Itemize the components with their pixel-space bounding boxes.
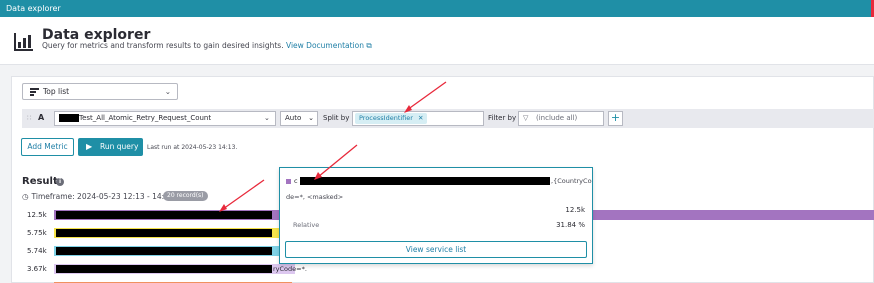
chevron-down-icon: ⌄ — [164, 87, 171, 96]
last-run-text: Last run at 2024-05-23 14:13. — [147, 144, 238, 151]
filter-placeholder: (include all) — [536, 114, 578, 122]
redaction-block — [56, 247, 272, 255]
series-detail: de=*, <masked> — [286, 193, 344, 201]
series-prefix: c — [294, 177, 298, 185]
row-value: 5.74k — [27, 247, 47, 255]
split-by-field[interactable]: ProcessIdentifier ✕ — [352, 111, 484, 126]
subtitle-text: Query for metrics and transform results … — [42, 41, 284, 50]
split-by-label: Split by — [323, 114, 350, 122]
aggregation-select[interactable]: Auto ⌄ — [280, 111, 318, 126]
window-title-bar: Data explorer — [0, 0, 874, 17]
row-value: 5.75k — [27, 229, 47, 237]
window-title: Data explorer — [6, 4, 61, 13]
series-swatch — [286, 179, 291, 184]
redaction-block — [56, 229, 272, 237]
drag-handle-icon[interactable]: ∷ — [27, 114, 31, 122]
result-heading: Result — [22, 176, 58, 187]
clock-icon: ◷ — [22, 192, 29, 201]
row-value: 12.5k — [27, 211, 47, 219]
view-service-list-button[interactable]: View service list — [285, 241, 587, 258]
metric-name: Test_All_Atomic_Retry_Request_Count — [79, 114, 212, 122]
view-documentation-link[interactable]: View Documentation ⧉ — [286, 41, 372, 50]
close-icon[interactable]: ✕ — [418, 114, 423, 122]
records-badge: 20 record(s) — [163, 191, 208, 201]
aggregation-value: Auto — [285, 114, 302, 122]
chevron-down-icon: ⌄ — [308, 114, 314, 122]
redaction-block — [300, 177, 550, 185]
metric-dropdown-button[interactable]: ⌄ — [262, 111, 276, 126]
relative-label: Relative — [293, 221, 320, 229]
row-label-tail: ryCode=*. — [273, 265, 307, 273]
doc-link-label: View Documentation — [285, 41, 364, 50]
add-filter-button[interactable]: + — [608, 111, 623, 126]
result-row[interactable]: 3.67k ryCode=*. — [0, 264, 874, 274]
metric-selector[interactable]: Test_All_Atomic_Retry_Request_Count — [54, 111, 276, 126]
query-row: ∷ A Test_All_Atomic_Retry_Request_Count … — [22, 109, 874, 128]
relative-value: 31.84 % — [556, 221, 585, 229]
filter-by-label: Filter by — [488, 114, 517, 122]
page-header: Data explorer Query for metrics and tran… — [0, 17, 874, 65]
info-icon[interactable]: i — [56, 178, 64, 186]
filter-icon: ▽ — [523, 114, 529, 122]
data-explorer-logo-icon — [14, 33, 33, 51]
visualization-select[interactable]: Top list ⌄ — [22, 83, 178, 100]
top-list-icon — [30, 88, 39, 98]
redaction-block — [59, 114, 79, 122]
chevron-down-icon: ⌄ — [264, 114, 270, 122]
split-by-chip-label: ProcessIdentifier — [359, 114, 413, 122]
row-value: 3.67k — [27, 265, 47, 273]
redaction-block — [56, 265, 272, 273]
add-metric-button[interactable]: Add Metric — [21, 138, 74, 156]
timeframe: ◷ Timeframe: 2024-05-23 12:13 - 14:13 — [22, 192, 174, 201]
visualization-label: Top list — [43, 87, 70, 96]
series-tooltip: c ,{CountryCo de=*, <masked> 12.5k Relat… — [279, 167, 593, 264]
split-by-chip[interactable]: ProcessIdentifier ✕ — [355, 113, 428, 124]
run-query-button[interactable]: ▶ Run query — [78, 138, 143, 156]
filter-by-field[interactable]: ▽ (include all) — [518, 111, 604, 126]
query-letter: A — [38, 113, 45, 122]
run-query-label: Run query — [100, 142, 139, 151]
redaction-block — [56, 211, 272, 219]
tooltip-value: 12.5k — [565, 206, 585, 214]
series-suffix: ,{CountryCo — [551, 177, 592, 185]
page-subtitle: Query for metrics and transform results … — [42, 41, 372, 51]
play-icon: ▶ — [86, 142, 93, 151]
timeframe-text: Timeframe: 2024-05-23 12:13 - 14:13 — [31, 192, 174, 201]
plus-icon: + — [610, 111, 621, 124]
external-link-icon: ⧉ — [366, 41, 372, 50]
